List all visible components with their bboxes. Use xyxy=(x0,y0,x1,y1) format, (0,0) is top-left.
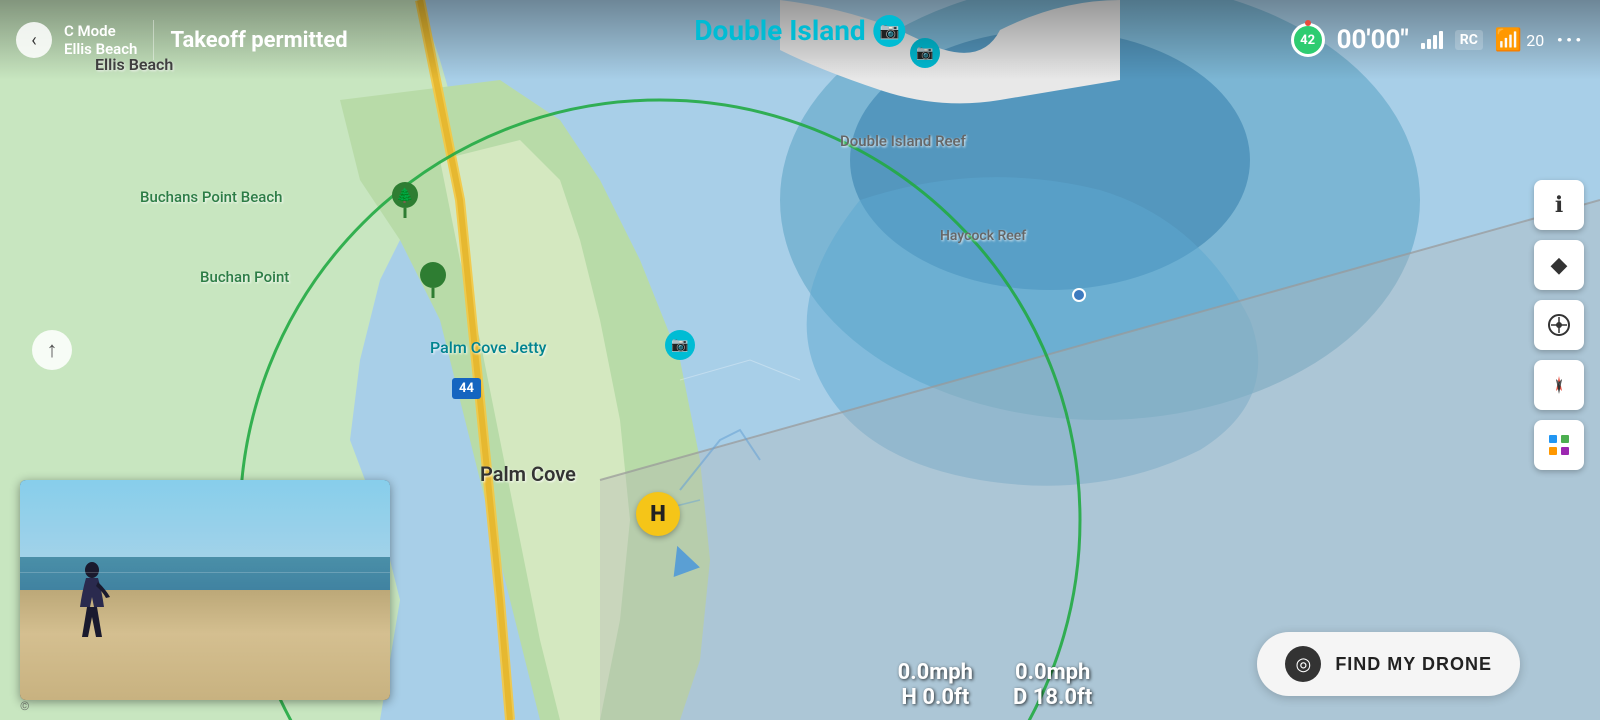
layers-button[interactable]: ◆ xyxy=(1534,240,1584,290)
find-drone-button[interactable]: ◎ FIND MY DRONE xyxy=(1257,632,1520,696)
map-type-button[interactable] xyxy=(1534,420,1584,470)
person-silhouette xyxy=(72,562,112,652)
compass-up-btn[interactable]: ↑ xyxy=(32,330,72,370)
rc-label: RC xyxy=(1455,30,1483,50)
find-drone-label: FIND MY DRONE xyxy=(1335,654,1492,675)
road-badge-44: 44 xyxy=(452,378,481,399)
map-pin-buchans: 🌲 xyxy=(390,182,420,218)
wifi-icon: 📶 20 xyxy=(1495,28,1544,53)
map-pin-buchan xyxy=(418,262,448,298)
camera-badge-jetty: 📷 xyxy=(665,330,695,360)
speed-status: 0.0mph H 0.0ft xyxy=(898,660,973,710)
north-button[interactable]: N xyxy=(1534,360,1584,410)
flight-mode: C Mode Ellis Beach xyxy=(64,22,137,58)
find-drone-icon: ◎ xyxy=(1285,646,1321,682)
distance-status: 0.0mph D 18.0ft xyxy=(1013,660,1092,710)
video-scene xyxy=(20,480,390,700)
video-preview[interactable] xyxy=(20,480,390,700)
battery-indicator: 42 xyxy=(1291,23,1325,57)
svg-text:N: N xyxy=(1557,380,1562,388)
map-container[interactable]: © Ellis Beach Buchans Point Beach 🌲 Buch… xyxy=(0,0,1600,720)
status-bar: 42 00'00" RC 📶 20 ··· xyxy=(1291,23,1584,57)
more-menu-button[interactable]: ··· xyxy=(1556,26,1584,54)
home-marker: H xyxy=(636,492,680,536)
signal-strength xyxy=(1421,31,1443,49)
svg-text:©: © xyxy=(20,699,29,713)
center-location-label: Double Island 📷 xyxy=(694,14,905,47)
svg-text:🌲: 🌲 xyxy=(396,187,413,204)
back-button[interactable]: ‹ xyxy=(16,22,52,58)
heading-button[interactable] xyxy=(1534,300,1584,350)
nav-pin-haycock xyxy=(1072,288,1086,302)
timer-display: 00'00" xyxy=(1337,25,1409,55)
info-button[interactable]: ℹ xyxy=(1534,180,1584,230)
right-button-group: ℹ ◆ N xyxy=(1534,180,1584,470)
center-camera-icon: 📷 xyxy=(874,15,906,47)
divider xyxy=(153,20,154,60)
